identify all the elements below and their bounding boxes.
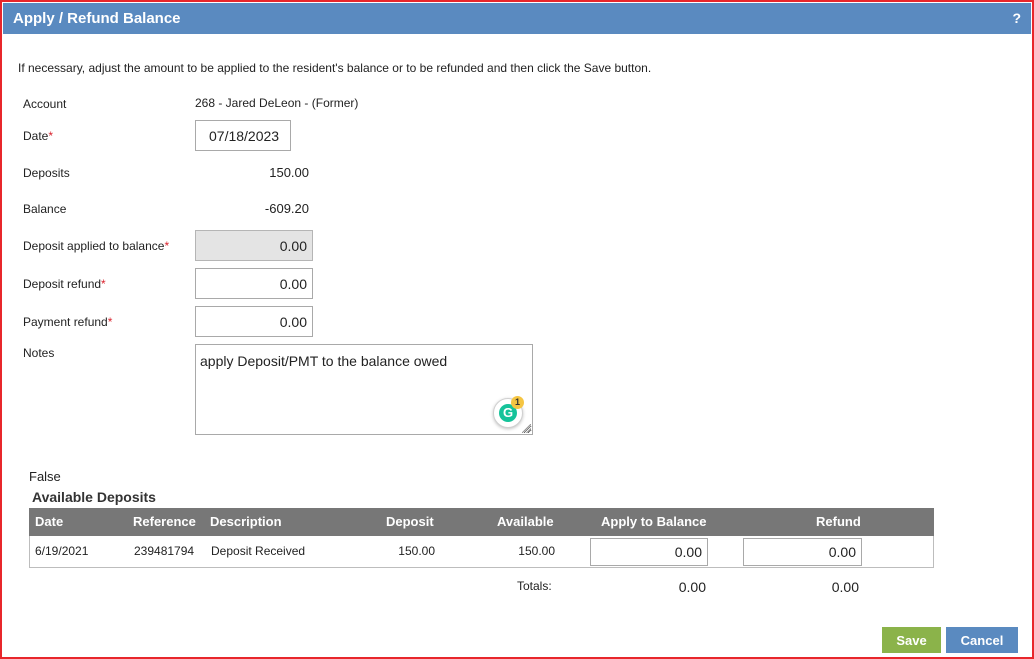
column-header-description: Description bbox=[210, 514, 282, 529]
deposit-applied-label-text: Deposit applied to balance bbox=[23, 239, 165, 253]
apply-to-balance-input[interactable] bbox=[590, 538, 708, 566]
row-description: Deposit Received bbox=[211, 544, 306, 558]
table-header: Date Reference Description Deposit Avail… bbox=[29, 508, 934, 536]
row-available: 150.00 bbox=[518, 544, 555, 558]
help-icon[interactable]: ? bbox=[1012, 10, 1021, 26]
required-marker: * bbox=[107, 315, 113, 329]
account-value: 268 - Jared DeLeon - (Former) bbox=[195, 96, 359, 110]
deposit-refund-label: Deposit refund* bbox=[23, 277, 106, 291]
cancel-button[interactable]: Cancel bbox=[946, 627, 1018, 653]
deposit-refund-label-text: Deposit refund bbox=[23, 277, 102, 291]
payment-refund-label-text: Payment refund bbox=[23, 315, 108, 329]
payment-refund-label: Payment refund* bbox=[23, 315, 112, 329]
apply-refund-dialog: Apply / Refund Balance ? If necessary, a… bbox=[0, 0, 1034, 659]
total-apply-to-balance: 0.00 bbox=[678, 579, 706, 595]
balance-value: -609.20 bbox=[264, 201, 309, 216]
table-row: 6/19/2021 239481794 Deposit Received 150… bbox=[29, 536, 934, 568]
deposits-label: Deposits bbox=[23, 166, 70, 180]
refund-input[interactable] bbox=[743, 538, 862, 566]
save-button[interactable]: Save bbox=[882, 627, 941, 653]
column-header-available: Available bbox=[497, 514, 554, 529]
required-marker: * bbox=[101, 277, 106, 291]
date-label-text: Date bbox=[23, 129, 49, 143]
totals-label: Totals: bbox=[517, 579, 552, 593]
column-header-apply-to-balance: Apply to Balance bbox=[601, 514, 707, 529]
notes-label: Notes bbox=[23, 346, 55, 360]
deposit-refund-input[interactable] bbox=[195, 268, 313, 299]
available-deposits-title: Available Deposits bbox=[32, 489, 156, 505]
row-date: 6/19/2021 bbox=[35, 544, 89, 558]
column-header-reference: Reference bbox=[133, 514, 196, 529]
instructions-text: If necessary, adjust the amount to be ap… bbox=[18, 61, 652, 75]
row-reference: 239481794 bbox=[134, 544, 195, 558]
column-header-date: Date bbox=[35, 514, 64, 529]
available-deposits-table: Date Reference Description Deposit Avail… bbox=[29, 508, 934, 568]
dialog-title: Apply / Refund Balance bbox=[13, 10, 181, 27]
deposit-applied-label: Deposit applied to balance* bbox=[23, 239, 169, 253]
required-marker: * bbox=[164, 239, 170, 253]
grammarly-badge: 1 bbox=[511, 396, 524, 409]
required-marker: * bbox=[48, 129, 54, 143]
balance-label: Balance bbox=[23, 202, 67, 216]
status-text: False bbox=[29, 469, 61, 484]
date-label: Date* bbox=[23, 129, 53, 143]
notes-textarea[interactable]: apply Deposit/PMT to the balance owed bbox=[195, 344, 533, 435]
row-deposit: 150.00 bbox=[398, 544, 435, 558]
deposit-applied-input bbox=[195, 230, 313, 261]
column-header-refund: Refund bbox=[816, 514, 861, 529]
column-header-deposit: Deposit bbox=[386, 514, 434, 529]
dialog-title-bar: Apply / Refund Balance ? bbox=[3, 3, 1031, 34]
deposits-value: 150.00 bbox=[269, 165, 309, 180]
account-label: Account bbox=[23, 97, 67, 111]
date-input[interactable] bbox=[195, 120, 291, 151]
total-refund: 0.00 bbox=[831, 579, 859, 595]
grammarly-icon[interactable]: G 1 bbox=[493, 396, 524, 428]
textarea-resize-handle[interactable] bbox=[522, 424, 531, 433]
payment-refund-input[interactable] bbox=[195, 306, 313, 337]
